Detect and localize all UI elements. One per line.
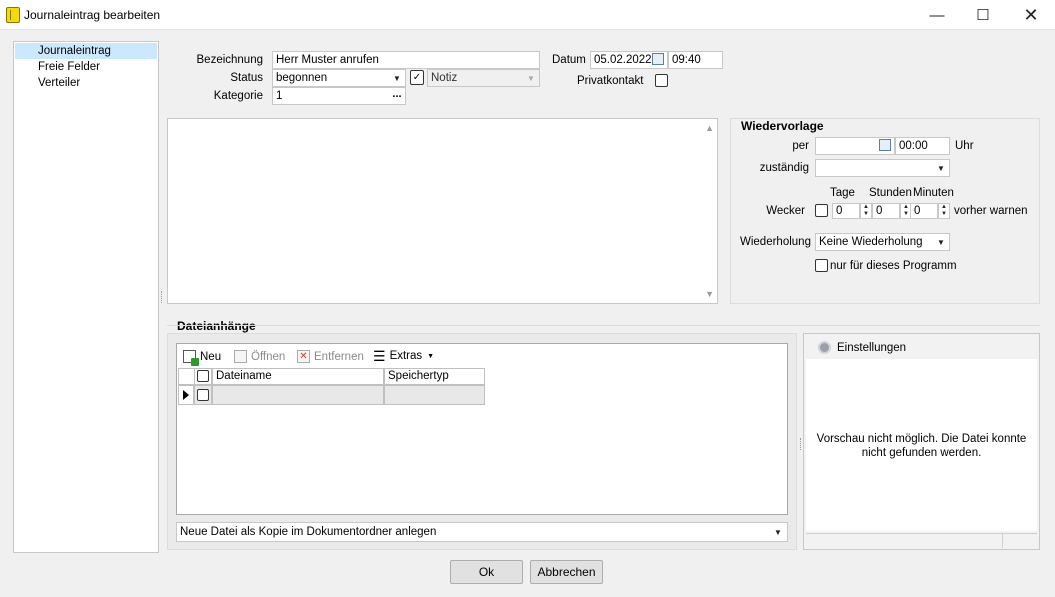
- stunden-stepper[interactable]: 0 ▲ ▼: [872, 203, 912, 219]
- per-time-value: 00:00: [899, 140, 928, 152]
- wiedervorlage-title: Wiedervorlage: [741, 119, 824, 133]
- zustaendig-dropdown-icon[interactable]: ▼: [934, 160, 948, 176]
- nav-item-freie-felder[interactable]: Freie Felder: [15, 59, 157, 75]
- per-calendar-icon[interactable]: [879, 139, 891, 151]
- status-dropdown-icon[interactable]: ▼: [390, 70, 404, 86]
- open-attachment-button[interactable]: Öffnen: [234, 350, 285, 363]
- kategorie-value: 1: [276, 90, 283, 102]
- minuten-value: 0: [910, 203, 938, 219]
- journal-app-icon: [6, 7, 20, 23]
- status-label: Status: [230, 72, 263, 84]
- tage-stepper[interactable]: 0 ▲ ▼: [832, 203, 872, 219]
- grid-indicator-header: [178, 368, 194, 385]
- wiederholung-value: Keine Wiederholung: [819, 236, 923, 248]
- remove-attachment-button[interactable]: ✕ Entfernen: [297, 350, 364, 363]
- nur-programm-checkbox[interactable]: [815, 259, 828, 272]
- tage-value: 0: [832, 203, 860, 219]
- scroll-up-icon[interactable]: ▲: [705, 123, 714, 133]
- notiz-dropdown-icon[interactable]: ▼: [524, 70, 538, 86]
- time-input[interactable]: 09:40: [668, 51, 723, 69]
- extras-label: Extras: [389, 350, 423, 362]
- splitter-grip[interactable]: [161, 291, 163, 303]
- delete-file-icon: ✕: [297, 350, 310, 363]
- kategorie-label: Kategorie: [213, 90, 263, 102]
- menu-lines-icon: ☰: [373, 348, 386, 364]
- preview-splitter-grip[interactable]: [800, 438, 802, 450]
- row-cell-speichertyp[interactable]: [384, 385, 485, 405]
- nav-item-verteiler[interactable]: Verteiler: [15, 75, 157, 91]
- kategorie-browse-button[interactable]: ...: [389, 88, 405, 104]
- attachments-grid-container: Neu Öffnen ✕ Entfernen ☰ Extras ▼ Datein…: [176, 343, 788, 515]
- select-all-checkbox[interactable]: [197, 370, 209, 382]
- wecker-checkbox[interactable]: [815, 204, 828, 217]
- per-time-input[interactable]: 00:00: [895, 137, 950, 155]
- datum-value: 05.02.2022: [594, 54, 652, 66]
- column-header-speichertyp[interactable]: Speichertyp: [384, 368, 485, 385]
- minuten-stepper[interactable]: 0 ▲ ▼: [910, 203, 950, 219]
- cancel-button[interactable]: Abbrechen: [530, 560, 603, 584]
- attachment-mode-dropdown-icon[interactable]: ▼: [771, 524, 785, 540]
- grid-select-all-cell: [194, 368, 212, 385]
- nav-list: Journaleintrag Freie Felder Verteiler: [13, 41, 159, 553]
- row-pointer-icon: [183, 390, 189, 400]
- window-title: Journaleintrag bearbeiten: [24, 8, 161, 22]
- preview-status-bar: [806, 533, 1037, 548]
- einstellungen-label[interactable]: Einstellungen: [837, 342, 906, 354]
- ok-button[interactable]: Ok: [450, 560, 523, 584]
- oeffnen-label: Öffnen: [251, 350, 286, 363]
- bezeichnung-label: Bezeichnung: [196, 54, 264, 66]
- tage-label: Tage: [830, 187, 855, 199]
- per-label: per: [792, 140, 809, 152]
- close-button[interactable]: ✕: [1008, 0, 1054, 30]
- wecker-label: Wecker: [766, 205, 805, 217]
- scroll-down-icon[interactable]: ▼: [705, 289, 714, 299]
- neu-label: Neu: [200, 350, 222, 363]
- wiederholung-select[interactable]: Keine Wiederholung: [815, 233, 950, 251]
- nur-programm-label: nur für dieses Programm: [830, 260, 957, 272]
- preview-message: Vorschau nicht möglich. Die Datei konnte…: [816, 433, 1027, 459]
- minuten-spin-icon[interactable]: ▲ ▼: [938, 203, 950, 219]
- maximize-button[interactable]: ☐: [960, 0, 1006, 30]
- calendar-icon[interactable]: [652, 53, 664, 65]
- column-header-dateiname[interactable]: Dateiname: [212, 368, 384, 385]
- attachment-mode-value: Neue Datei als Kopie im Dokumentordner a…: [180, 526, 437, 538]
- time-value: 09:40: [672, 54, 701, 66]
- extras-menu-button[interactable]: ☰ Extras ▼: [373, 348, 435, 364]
- status-value: begonnen: [276, 72, 328, 84]
- privatkontakt-checkbox[interactable]: [655, 74, 668, 87]
- notiz-checkbox[interactable]: ✓: [410, 70, 424, 85]
- extras-caret-icon: ▼: [427, 352, 435, 360]
- wiederholung-dropdown-icon[interactable]: ▼: [934, 234, 948, 250]
- row-cell-dateiname[interactable]: [212, 385, 384, 405]
- new-file-icon: [183, 350, 199, 366]
- wiederholung-label: Wiederholung: [740, 236, 811, 248]
- dateianhaenge-title: Dateianhänge: [177, 319, 256, 333]
- stunden-value: 0: [872, 203, 900, 219]
- privatkontakt-label: Privatkontakt: [577, 75, 644, 87]
- notes-textarea[interactable]: ▲ ▼: [167, 118, 718, 304]
- settings-gear-icon[interactable]: [818, 341, 831, 354]
- notiz-value: Notiz: [431, 72, 458, 84]
- row-checkbox[interactable]: [197, 389, 209, 401]
- vorher-warnen-label: vorher warnen: [954, 205, 1028, 217]
- uhr-label: Uhr: [955, 140, 974, 152]
- minuten-label: Minuten: [913, 187, 954, 199]
- zustaendig-select[interactable]: [815, 159, 950, 177]
- nav-item-journaleintrag[interactable]: Journaleintrag: [15, 43, 157, 59]
- entfernen-label: Entfernen: [314, 350, 364, 363]
- row-select-cell: [194, 385, 212, 405]
- minimize-button[interactable]: —: [914, 0, 960, 30]
- row-indicator[interactable]: [178, 385, 194, 405]
- status-select[interactable]: begonnen: [272, 69, 406, 87]
- dateianhaenge-divider: [167, 325, 1040, 326]
- attachment-mode-select[interactable]: Neue Datei als Kopie im Dokumentordner a…: [176, 522, 788, 542]
- bezeichnung-input[interactable]: Herr Muster anrufen: [272, 51, 540, 69]
- tage-spin-icon[interactable]: ▲ ▼: [860, 203, 872, 219]
- stunden-label: Stunden: [869, 187, 912, 199]
- kategorie-input[interactable]: 1: [272, 87, 406, 105]
- new-attachment-button[interactable]: Neu: [183, 350, 222, 366]
- zustaendig-label: zuständig: [759, 162, 809, 174]
- open-file-icon: [234, 350, 247, 363]
- datum-label: Datum: [552, 54, 586, 66]
